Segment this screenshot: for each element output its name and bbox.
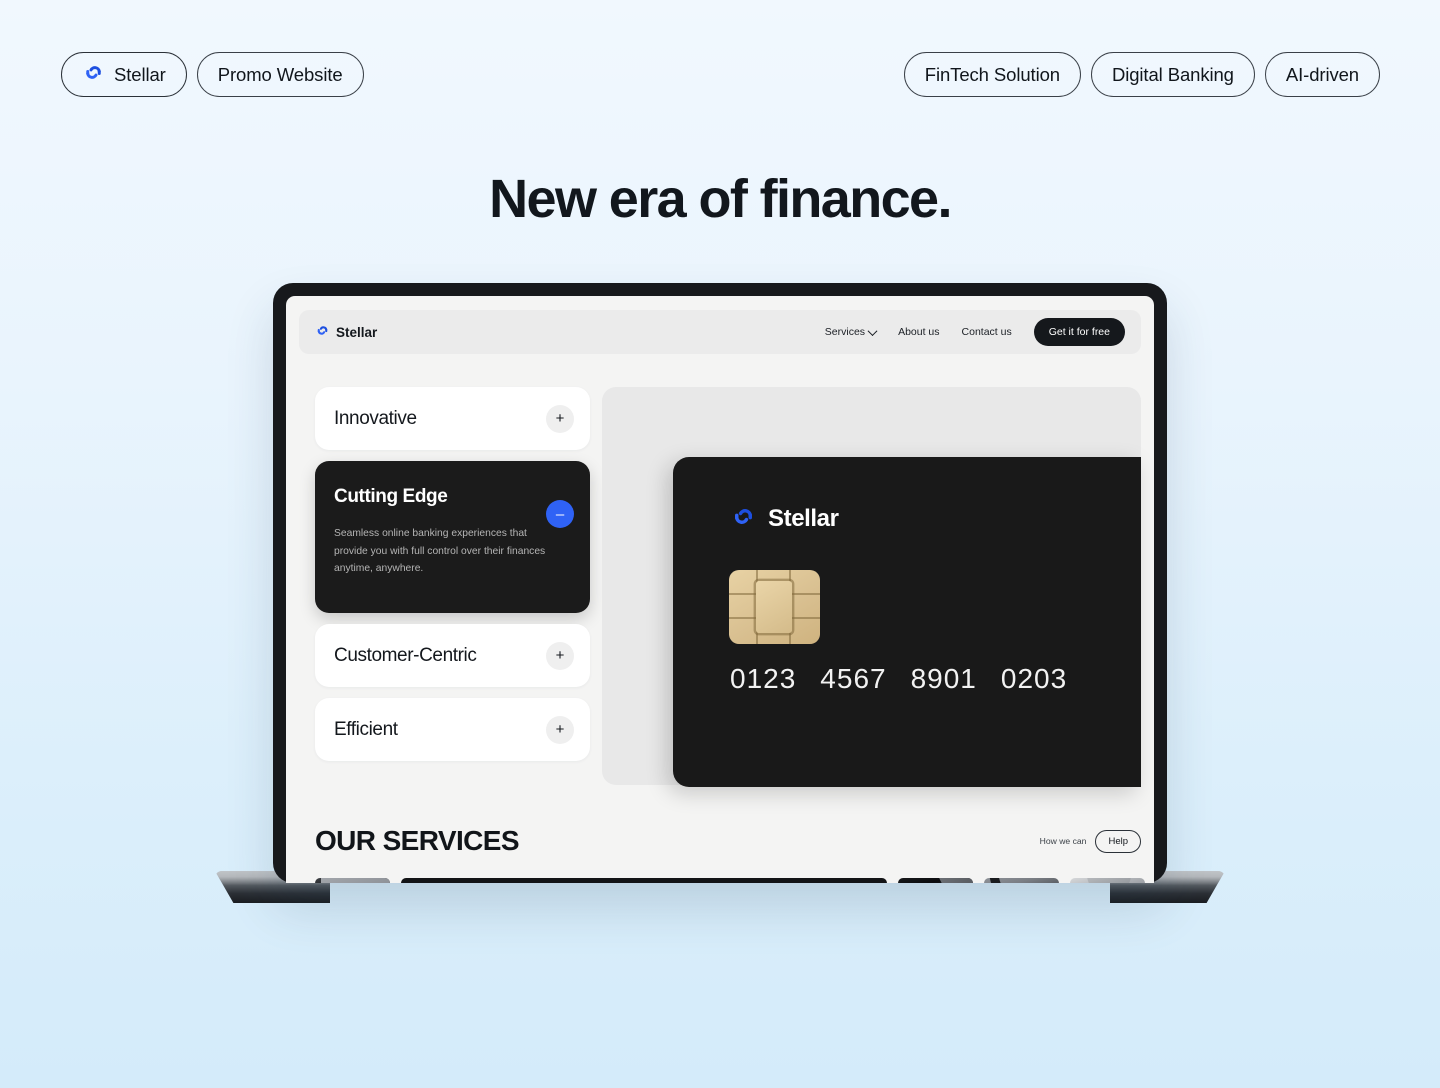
service-photo-gold-bar	[898, 878, 973, 883]
laptop-mockup: Stellar Services About us Contact us Get…	[215, 283, 1225, 903]
services-title: OUR SERVICES	[315, 825, 520, 856]
accordion-expand-icon[interactable]: +	[546, 404, 574, 433]
page-title: New era of finance.	[489, 169, 952, 229]
credit-card-brand: Stellar	[730, 503, 839, 535]
tag-digital-banking-label: Digital Banking	[1111, 63, 1234, 85]
nav-contact-label: Contact us	[961, 326, 1012, 338]
service-photo-curve	[989, 878, 1059, 883]
accordion-title: Efficient	[334, 718, 398, 740]
credit-card-brand-label: Stellar	[768, 505, 839, 532]
credit-card: Stellar 0123 4567 8901 0203	[673, 457, 1141, 787]
nav-item-about-us[interactable]: About us	[898, 326, 939, 338]
card-number-group: 0123	[730, 663, 797, 694]
tag-pill-digital-banking[interactable]: Digital Banking	[1090, 52, 1255, 97]
chevron-down-icon	[867, 325, 878, 336]
services-help-group: How we can Help	[1039, 829, 1141, 853]
laptop-screen: Stellar Services About us Contact us Get…	[286, 296, 1154, 883]
accordion-item-customer-centric[interactable]: Customer-Centric +	[315, 624, 590, 687]
service-card-2[interactable]: 2 Set Savings Goal 5% 10% 15% 20% Spe	[401, 878, 887, 883]
services-card-strip: 1 2 Set Savings Goal 5% 10% 15% 20%	[315, 878, 1145, 883]
service-photo-vase	[1087, 878, 1131, 883]
site-brand[interactable]: Stellar	[315, 323, 377, 341]
get-it-for-free-button[interactable]: Get it for free	[1033, 318, 1125, 346]
accordion-expand-icon[interactable]: +	[546, 715, 574, 744]
accordion-title: Customer-Centric	[334, 644, 477, 666]
promo-website-pill[interactable]: Promo Website	[196, 52, 364, 97]
topbar-right-group: FinTech Solution Digital Banking AI-driv…	[903, 52, 1380, 97]
tag-pill-ai-driven[interactable]: AI-driven	[1264, 52, 1380, 97]
card-number-group: 4567	[820, 663, 887, 694]
stellar-logo-icon	[730, 503, 757, 535]
stellar-logo-icon	[315, 323, 330, 341]
nav-item-services[interactable]: Services	[824, 325, 878, 338]
brand-pill-stellar[interactable]: Stellar	[61, 52, 187, 97]
site-brand-label: Stellar	[336, 324, 378, 340]
promo-website-label: Promo Website	[217, 63, 343, 85]
services-caption: How we can	[1039, 836, 1087, 846]
site-nav-links: Services About us Contact us Get it for …	[825, 318, 1125, 346]
brand-pill-label: Stellar	[114, 63, 166, 85]
stellar-logo-icon	[82, 61, 105, 89]
services-header: OUR SERVICES How we can Help	[315, 825, 1141, 857]
accordion-item-efficient[interactable]: Efficient +	[315, 698, 590, 761]
tag-ai-driven-label: AI-driven	[1285, 63, 1359, 85]
accordion-item-cutting-edge[interactable]: Cutting Edge – Seamless online banking e…	[315, 461, 590, 613]
card-showcase-panel: Stellar 0123 4567 8901 0203	[602, 387, 1141, 787]
topbar: Stellar Promo Website FinTech Solution D…	[0, 52, 1440, 98]
accordion-description: Seamless online banking experiences that…	[334, 528, 546, 575]
accordion-title: Innovative	[334, 407, 417, 429]
site-navbar: Stellar Services About us Contact us Get…	[299, 310, 1141, 354]
card-number-group: 8901	[910, 663, 977, 694]
accordion-collapse-icon[interactable]: –	[546, 500, 574, 528]
tag-pill-fintech[interactable]: FinTech Solution	[903, 52, 1081, 97]
accordion-title: Cutting Edge	[334, 486, 448, 507]
laptop-frame: Stellar Services About us Contact us Get…	[273, 283, 1167, 883]
credit-card-number: 0123 4567 8901 0203	[730, 663, 1067, 695]
service-card-1[interactable]: 1	[315, 878, 390, 883]
tag-fintech-label: FinTech Solution	[924, 63, 1060, 85]
service-card-5[interactable]: 5	[1070, 878, 1145, 883]
features-accordion: Innovative + Cutting Edge – Seamless onl…	[315, 387, 590, 772]
card-number-group: 0203	[1000, 663, 1068, 694]
service-card-3[interactable]: 3	[898, 878, 973, 883]
nav-item-contact-us[interactable]: Contact us	[962, 326, 1012, 338]
help-button[interactable]: Help	[1095, 829, 1141, 853]
service-card-4[interactable]: 4	[984, 878, 1059, 883]
nav-services-label: Services	[824, 326, 866, 338]
topbar-left-group: Stellar Promo Website	[61, 52, 364, 97]
accordion-item-innovative[interactable]: Innovative +	[315, 387, 590, 450]
emv-chip-icon	[729, 570, 820, 644]
accordion-expand-icon[interactable]: +	[546, 641, 574, 670]
nav-about-label: About us	[898, 326, 940, 338]
